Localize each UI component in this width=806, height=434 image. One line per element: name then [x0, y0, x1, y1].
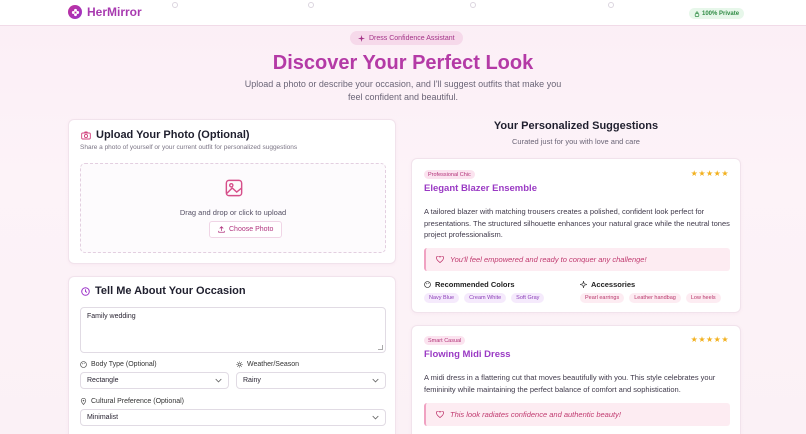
upload-card: Upload Your Photo (Optional) Share a pho… — [68, 119, 396, 264]
upload-subtitle: Share a photo of yourself or your curren… — [80, 144, 298, 151]
cultural-label-text: Cultural Preference (Optional) — [91, 398, 184, 405]
sun-icon — [236, 361, 243, 368]
image-icon — [225, 179, 243, 202]
body-type-label: Body Type (Optional) — [80, 361, 157, 368]
occasion-card: Tell Me About Your Occasion Family weddi… — [68, 276, 396, 434]
weather-label-text: Weather/Season — [247, 361, 300, 368]
chevron-down-icon — [372, 378, 379, 383]
recommended-colors-label: Recommended Colors — [424, 280, 515, 289]
accessory-chips: Pearl earrings Leather handbag Low heels — [580, 293, 721, 303]
chevron-down-icon — [372, 415, 379, 420]
heart-icon — [436, 256, 444, 263]
choose-photo-label: Choose Photo — [229, 226, 274, 233]
accessories-label: Accessories — [580, 280, 635, 289]
rating-stars: ★★★★★ — [690, 169, 729, 178]
privacy-badge: 100% Private — [689, 8, 745, 19]
nav-ghost-3 — [470, 2, 476, 8]
brand-name: HerMirror — [87, 5, 142, 19]
rating-stars: ★★★★★ — [690, 335, 729, 344]
accessory-chip: Pearl earrings — [580, 293, 625, 303]
choose-photo-button[interactable]: Choose Photo — [209, 221, 283, 238]
chevron-down-icon — [215, 378, 222, 383]
flower-icon — [68, 5, 82, 19]
body-type-label-text: Body Type (Optional) — [91, 361, 157, 368]
location-pin-icon — [80, 398, 87, 405]
dropzone-text: Drag and drop or click to upload — [179, 208, 287, 217]
suggestion-card[interactable]: Professional Chic ★★★★★ Elegant Blazer E… — [411, 158, 741, 313]
cultural-value: Minimalist — [87, 414, 119, 421]
page-subtitle: Upload a photo or describe your occasion… — [244, 79, 562, 102]
occasion-description-value: Family wedding — [87, 313, 136, 320]
heart-icon — [436, 411, 444, 418]
nav-ghost-1 — [172, 2, 178, 8]
privacy-label: 100% Private — [702, 10, 740, 17]
body-type-select[interactable]: Rectangle — [80, 372, 229, 389]
body-type-value: Rectangle — [87, 377, 119, 384]
accessories-text: Accessories — [591, 280, 636, 289]
photo-dropzone[interactable]: Drag and drop or click to upload Choose … — [80, 163, 386, 253]
sparkle-icon — [580, 281, 587, 288]
suggestions-title: Your Personalized Suggestions — [493, 120, 659, 132]
suggestion-description: A midi dress in a flattering cut that mo… — [424, 373, 716, 394]
occasion-title-text: Tell Me About Your Occasion — [95, 285, 246, 297]
recommended-colors-text: Recommended Colors — [435, 280, 515, 289]
accessory-chip: Low heels — [685, 293, 721, 303]
top-bar: HerMirror 100% Private — [0, 0, 806, 26]
clock-icon — [81, 286, 90, 296]
color-chip: Cream White — [464, 293, 507, 303]
quote-text: This look radiates confidence and authen… — [450, 410, 621, 419]
page-title: Discover Your Perfect Look — [272, 52, 534, 74]
nav-ghost-2 — [308, 2, 314, 8]
upload-title: Upload Your Photo (Optional) — [81, 129, 250, 141]
brand-logo[interactable]: HerMirror — [68, 5, 142, 19]
resize-handle[interactable] — [378, 345, 383, 350]
sparkle-icon — [358, 34, 365, 42]
palette-icon — [424, 281, 431, 288]
occasion-description-input[interactable]: Family wedding — [80, 307, 386, 353]
weather-label: Weather/Season — [236, 361, 299, 368]
occasion-title: Tell Me About Your Occasion — [81, 285, 246, 297]
cultural-select[interactable]: Minimalist — [80, 409, 386, 426]
weather-select[interactable]: Rainy — [236, 372, 386, 389]
suggestion-card[interactable]: Smart Casual ★★★★★ Flowing Midi Dress A … — [411, 325, 741, 434]
confidence-quote: You'll feel empowered and ready to conqu… — [424, 248, 730, 271]
confidence-quote: This look radiates confidence and authen… — [424, 403, 730, 426]
upload-icon — [218, 226, 225, 233]
lock-icon — [694, 11, 700, 17]
color-chip: Soft Gray — [511, 293, 545, 303]
weather-value: Rainy — [243, 377, 261, 384]
color-chips: Navy Blue Cream White Soft Gray — [424, 293, 545, 303]
color-chip: Navy Blue — [424, 293, 460, 303]
assistant-pill-label: Dress Confidence Assistant — [369, 34, 455, 42]
suggestion-description: A tailored blazer with matching trousers… — [424, 207, 730, 239]
palette-icon — [80, 361, 87, 368]
upload-title-text: Upload Your Photo (Optional) — [96, 129, 250, 141]
style-tag: Smart Casual — [424, 336, 466, 345]
style-tag: Professional Chic — [424, 170, 475, 179]
accessory-chip: Leather handbag — [629, 293, 681, 303]
quote-text: You'll feel empowered and ready to conqu… — [450, 255, 647, 264]
cultural-label: Cultural Preference (Optional) — [80, 398, 184, 405]
assistant-pill: Dress Confidence Assistant — [350, 31, 463, 45]
nav-ghost-4 — [608, 2, 614, 8]
suggestion-title: Flowing Midi Dress — [424, 349, 511, 360]
suggestion-title: Elegant Blazer Ensemble — [424, 183, 537, 194]
camera-icon — [81, 131, 91, 139]
suggestions-subtitle: Curated just for you with love and care — [512, 137, 640, 146]
